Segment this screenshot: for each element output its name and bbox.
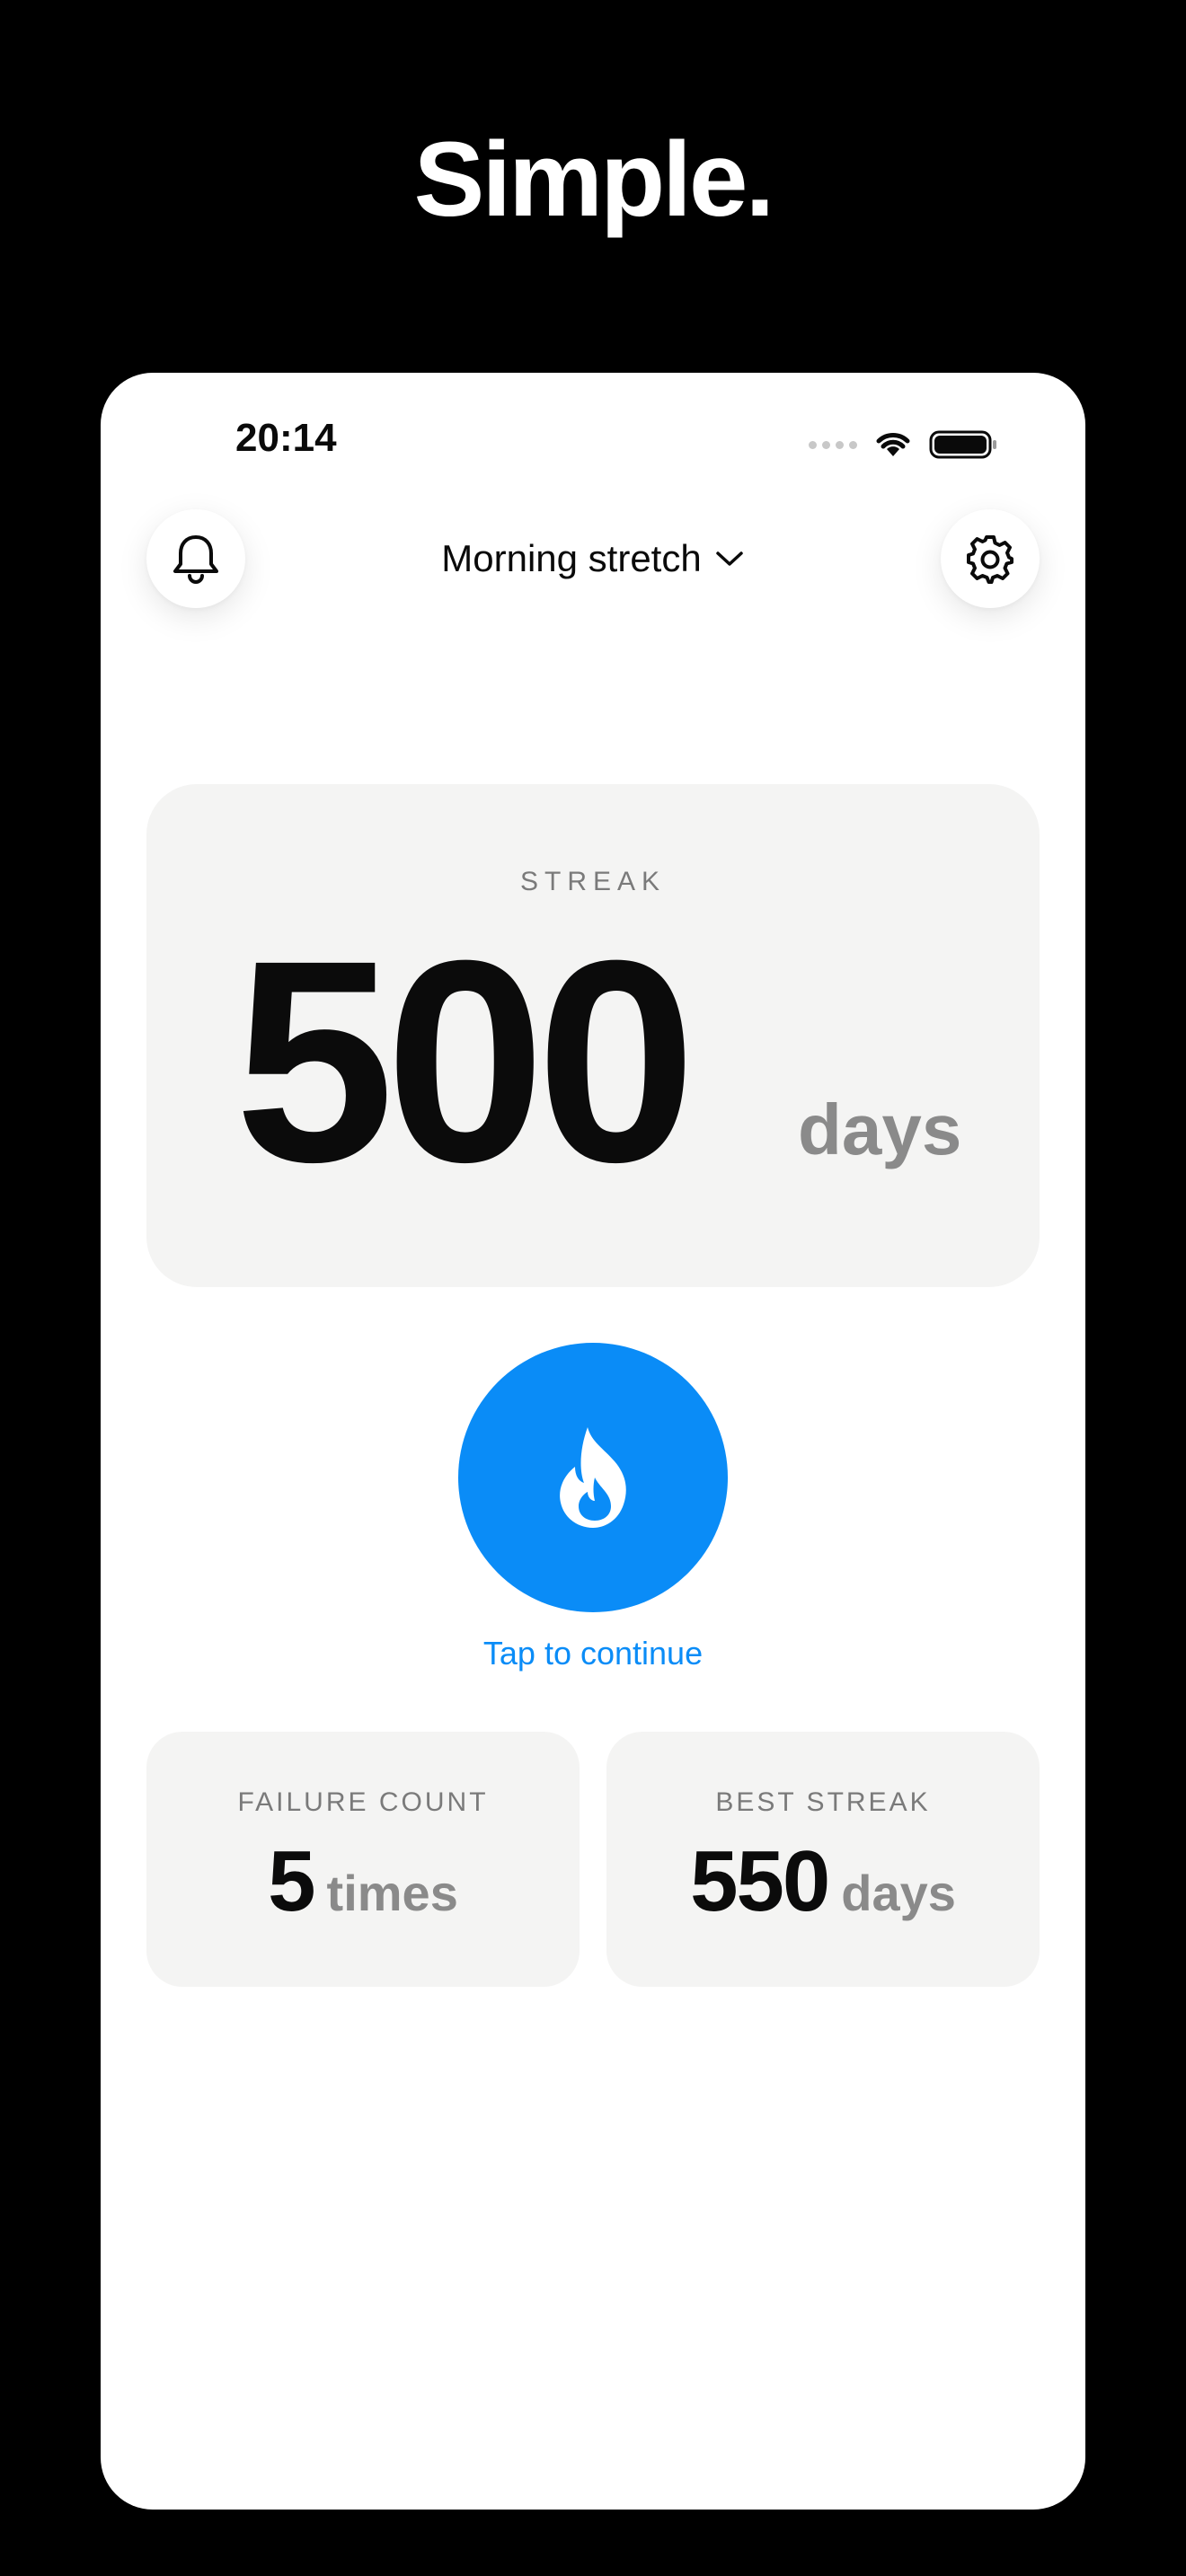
failure-count-value: 5 xyxy=(268,1833,315,1929)
continue-streak-button[interactable] xyxy=(458,1343,728,1612)
streak-label: STREAK xyxy=(519,867,667,896)
habit-selector[interactable]: Morning stretch xyxy=(101,527,1085,590)
marketing-headline: Simple. xyxy=(413,120,775,239)
settings-button[interactable] xyxy=(941,509,1040,608)
streak-card: STREAK 500 days xyxy=(146,784,1040,1287)
failure-count-unit: times xyxy=(326,1865,458,1921)
flame-icon xyxy=(560,1427,626,1528)
gear-icon xyxy=(967,535,1013,584)
streak-value: 500 xyxy=(235,900,696,1222)
battery-icon xyxy=(929,430,996,459)
status-time: 20:14 xyxy=(235,416,337,460)
phone-screen: 20:14 Morning stretch STREAK 500 days Ta… xyxy=(101,373,1085,2510)
failure-count-card: FAILURE COUNT 5 times xyxy=(146,1732,580,1987)
best-streak-card: BEST STREAK 550 days xyxy=(606,1732,1040,1987)
chevron-down-icon xyxy=(715,551,743,566)
failure-count-label: FAILURE COUNT xyxy=(237,1787,489,1817)
habit-title: Morning stretch xyxy=(441,537,702,579)
failure-count-row: 5 times xyxy=(146,1832,580,1931)
streak-unit: days xyxy=(798,1090,962,1169)
signal-dots-icon xyxy=(809,440,857,449)
best-streak-row: 550 days xyxy=(606,1832,1040,1931)
best-streak-label: BEST STREAK xyxy=(715,1787,931,1817)
wifi-icon xyxy=(876,433,910,456)
continue-label[interactable]: Tap to continue xyxy=(101,1635,1085,1672)
best-streak-unit: days xyxy=(841,1865,956,1921)
status-indicators xyxy=(809,427,999,463)
best-streak-value: 550 xyxy=(690,1833,830,1929)
